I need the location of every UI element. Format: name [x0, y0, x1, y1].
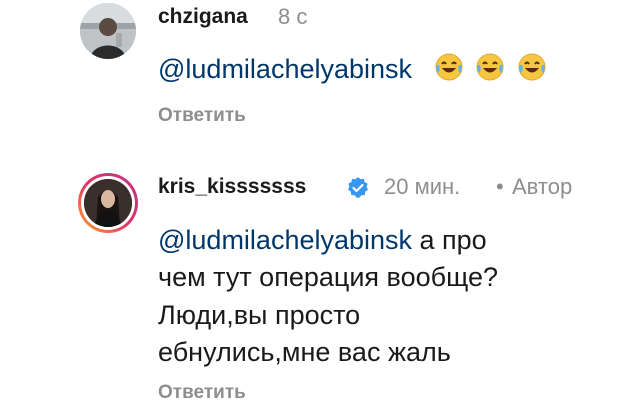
avatar-photo [84, 179, 132, 227]
mention-link[interactable]: @ludmilachelyabinsk [158, 54, 412, 84]
comment-item: kris_kisssssss 20 мин. • Автор @ludmilac… [0, 160, 640, 409]
comment-text-line-3: Люди,вы просто [158, 300, 361, 330]
comment-text-part: а про [412, 225, 487, 255]
author-label: Автор [512, 174, 573, 199]
comment-text: @ludmilachelyabinsk [158, 52, 547, 85]
separator-dot: • [496, 174, 504, 199]
comment-text-line-1: @ludmilachelyabinsk а про [158, 224, 487, 256]
reply-button[interactable]: Ответить [158, 105, 246, 127]
comment-item: chzigana 8 с @ludmilachelyabinsk Ответит… [0, 0, 640, 150]
username[interactable]: kris_kisssssss [158, 175, 306, 199]
username[interactable]: chzigana [158, 5, 248, 29]
avatar-photo [80, 3, 136, 59]
comment-time: 8 с [278, 4, 308, 29]
avatar[interactable] [80, 3, 136, 59]
joy-emoji-2-icon [475, 52, 505, 82]
joy-emoji-3-icon [517, 52, 547, 82]
comment-text-line-4: ебнулись,мне вас жаль [158, 337, 451, 367]
comments-thread: chzigana 8 с @ludmilachelyabinsk Ответит… [0, 0, 640, 409]
comment-text-line-2: чем тут операция вообще? [158, 262, 499, 292]
comment-time: 20 мин. [384, 174, 461, 199]
avatar [84, 179, 132, 227]
reply-button[interactable]: Ответить [158, 382, 246, 404]
avatar-story-ring[interactable] [78, 173, 138, 233]
joy-emoji-1-icon [434, 52, 464, 82]
verified-badge-icon [346, 176, 370, 200]
mention-link[interactable]: @ludmilachelyabinsk [158, 225, 412, 255]
